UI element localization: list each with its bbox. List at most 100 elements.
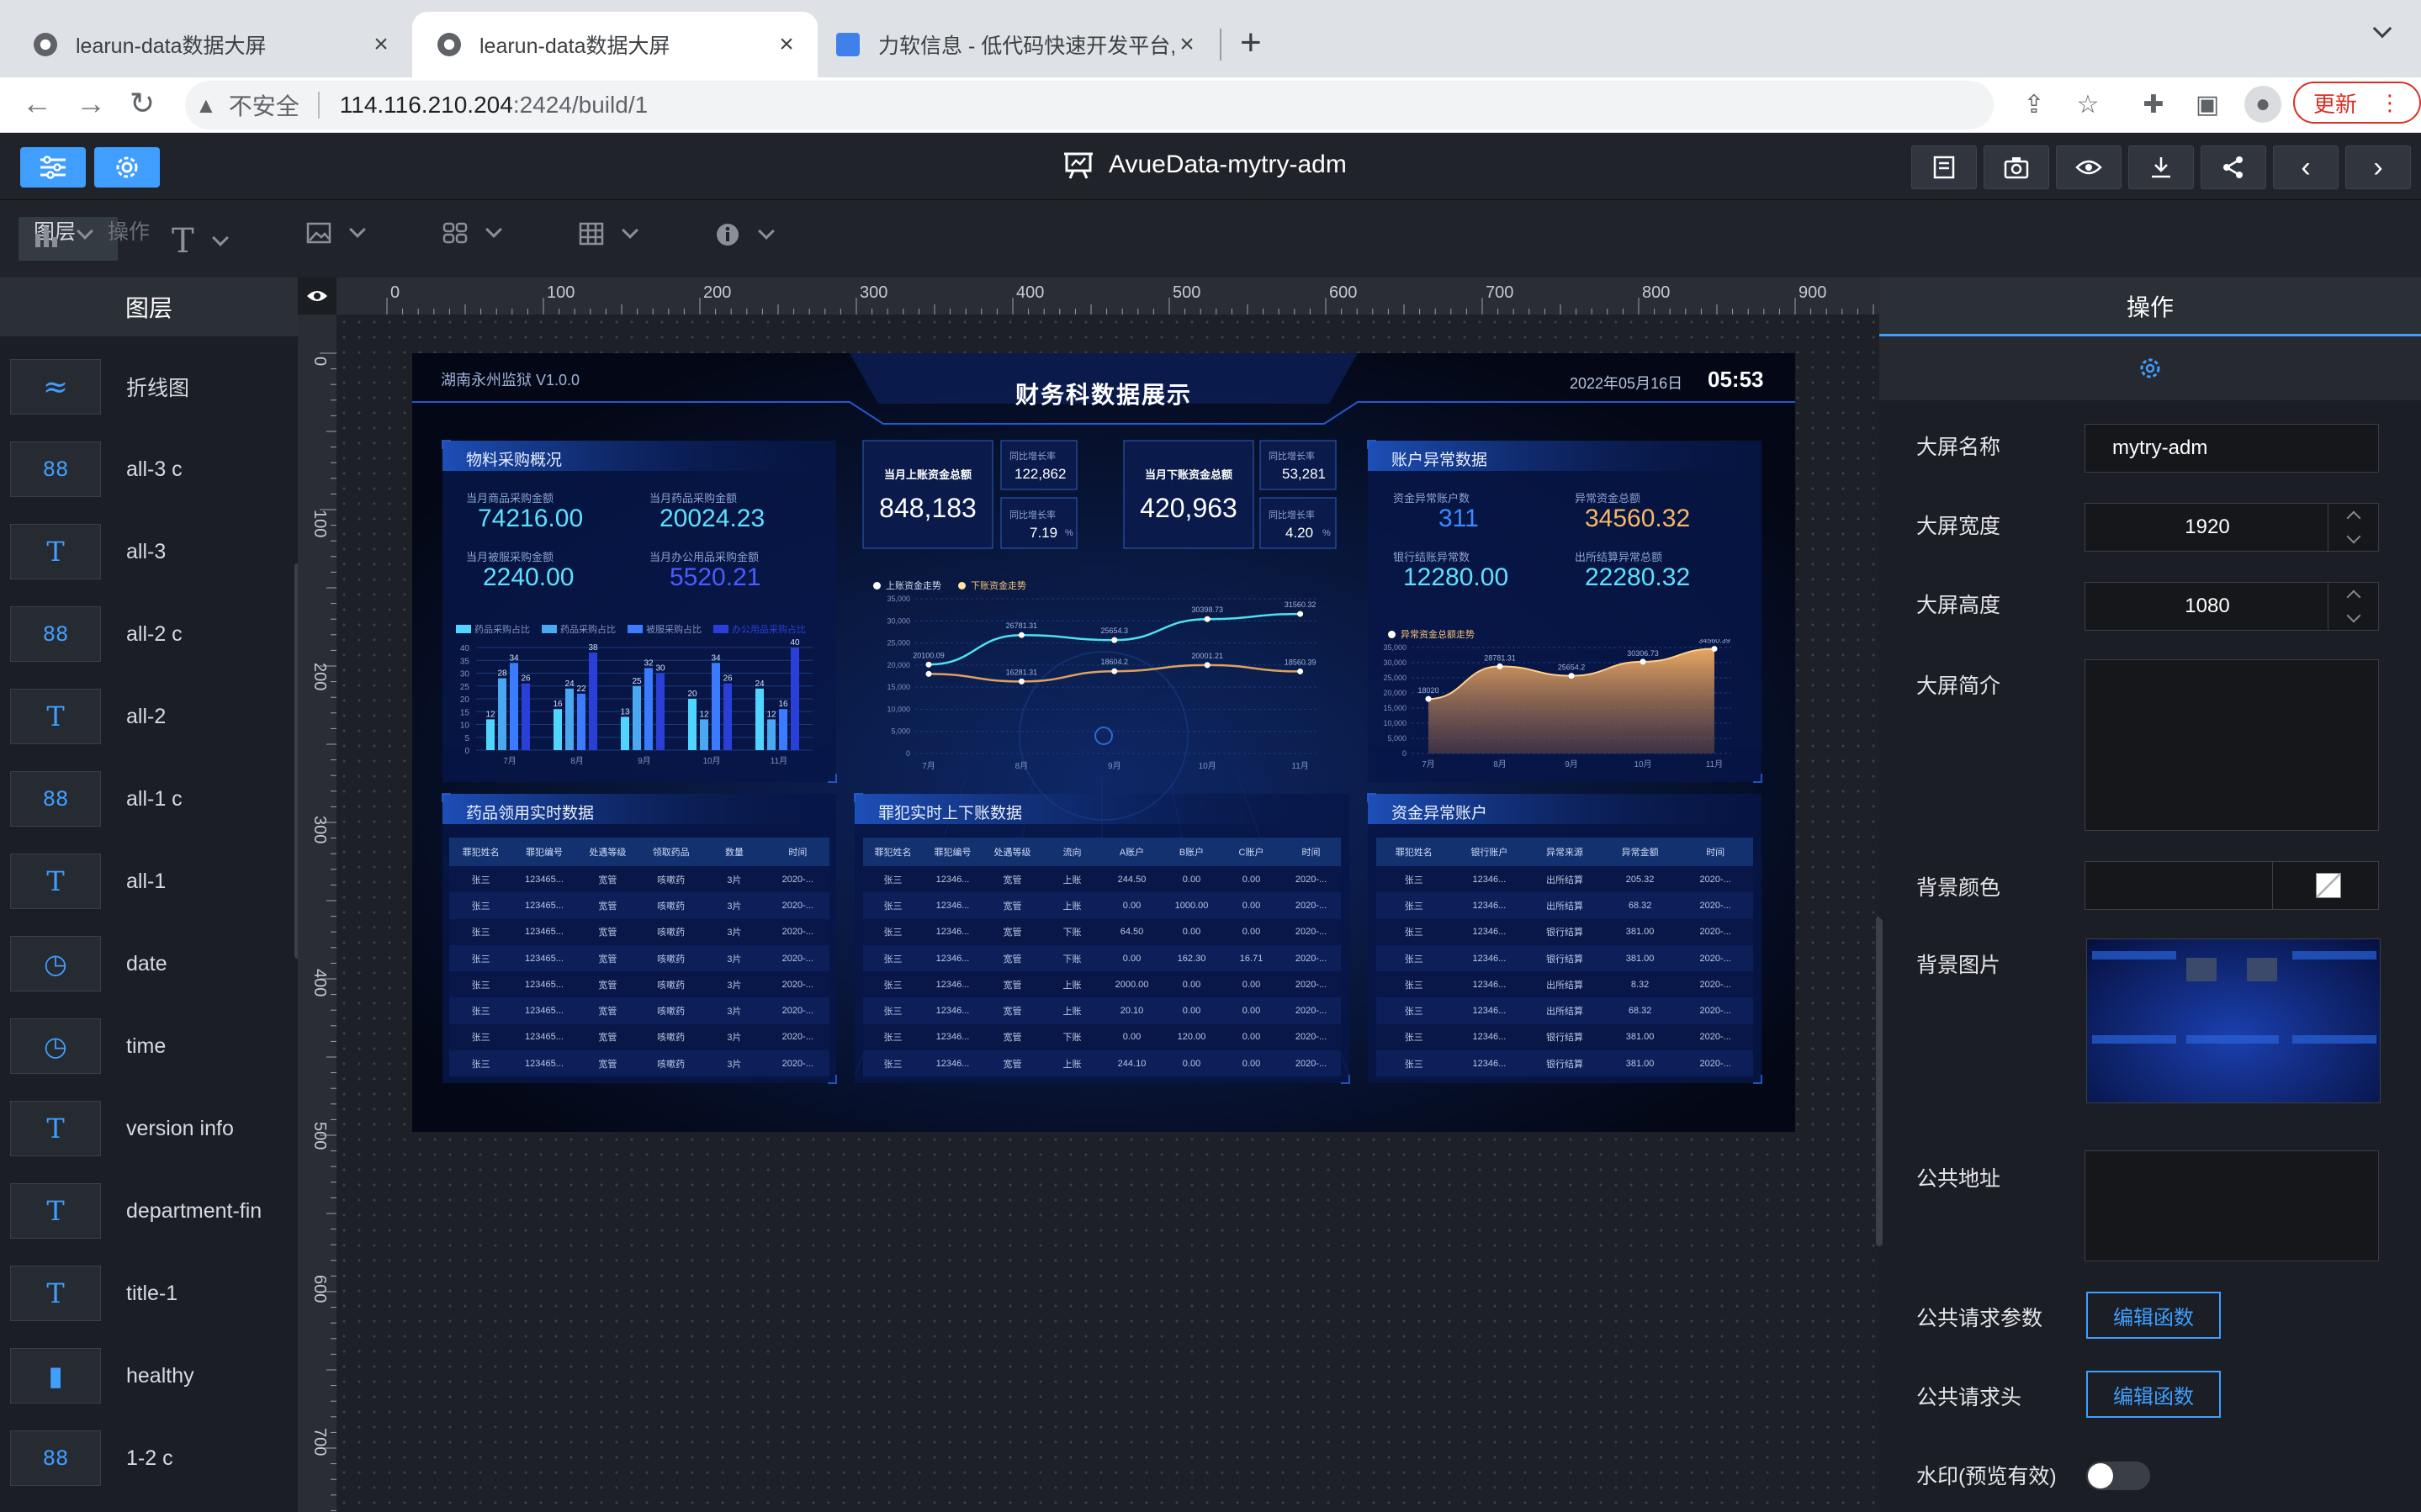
forward-icon[interactable]: → bbox=[76, 86, 106, 121]
layer-item[interactable]: 88 all-3 c bbox=[10, 441, 183, 498]
download-button[interactable] bbox=[2128, 145, 2194, 189]
redo-button[interactable]: › bbox=[2345, 145, 2411, 189]
tab-operations[interactable]: 操作 bbox=[108, 215, 150, 246]
layer-item[interactable]: Tversion info bbox=[10, 1100, 234, 1157]
browser-tab[interactable]: 力软信息 - 低代码快速开发平台, × bbox=[818, 12, 1218, 77]
close-icon[interactable]: × bbox=[370, 30, 392, 59]
layer-item[interactable]: ≈ 折线图 bbox=[10, 358, 189, 415]
layers-toggle-button[interactable] bbox=[20, 147, 86, 188]
profile-avatar-icon[interactable]: ● bbox=[2244, 86, 2281, 123]
table-menu[interactable] bbox=[579, 222, 638, 246]
table-row[interactable]: 张三 12346... 银行结算 381.00 2020-... bbox=[1376, 1050, 1753, 1077]
table-row[interactable]: 张三 12346... 出所结算 8.32 2020-... bbox=[1376, 971, 1753, 998]
bg-color-input[interactable] bbox=[2085, 861, 2379, 910]
image-menu[interactable] bbox=[306, 221, 366, 244]
undo-button[interactable]: ‹ bbox=[2273, 145, 2339, 189]
side-panel-icon[interactable]: ▣ bbox=[2189, 86, 2226, 123]
info-menu[interactable] bbox=[715, 222, 775, 247]
table-row[interactable]: 张三 123465... 宽管 咳嗽药 3片 2020-... bbox=[449, 997, 829, 1024]
browser-tab-active[interactable]: learun-data数据大屏 × bbox=[412, 12, 818, 77]
number-stepper[interactable] bbox=[2328, 504, 2378, 551]
bg-image-thumbnail[interactable] bbox=[2086, 938, 2381, 1103]
layer-item[interactable]: 88 all-1 c bbox=[10, 770, 183, 827]
table-row[interactable]: 张三 12346... 宽管 下账 0.00 162.30 16.71 2020-... bbox=[863, 944, 1341, 972]
screen-height-input[interactable]: 1080 bbox=[2085, 582, 2379, 631]
extensions-icon[interactable]: ✚ bbox=[2135, 86, 2172, 123]
ruler-tick-label: 800 bbox=[1642, 283, 1670, 302]
panel-scrollbar[interactable] bbox=[1876, 918, 1883, 1246]
url-field[interactable]: ▲ 不安全 114.116.210.204 :2424/build/1 bbox=[185, 81, 1994, 130]
layer-item[interactable]: Tall-1 bbox=[10, 853, 166, 910]
screen-width-input[interactable]: 1920 bbox=[2085, 503, 2379, 552]
ruler-eye-toggle[interactable] bbox=[298, 278, 336, 315]
layer-item[interactable]: 88 all-2 c bbox=[10, 605, 183, 663]
reload-icon[interactable]: ↻ bbox=[130, 86, 155, 121]
star-icon[interactable]: ☆ bbox=[2069, 86, 2106, 123]
table-row[interactable]: 张三 123465... 宽管 咳嗽药 3片 2020-... bbox=[449, 866, 829, 893]
table-row[interactable]: 张三 12346... 宽管 上账 2000.00 0.00 0.00 2020-... bbox=[863, 971, 1341, 998]
watermark-toggle[interactable] bbox=[2086, 1462, 2150, 1490]
table-row[interactable]: 张三 12346... 宽管 上账 20.10 0.00 0.00 2020-... bbox=[863, 997, 1341, 1024]
settings-toggle-button[interactable] bbox=[94, 147, 160, 188]
import-button[interactable] bbox=[1911, 145, 1977, 189]
table-row[interactable]: 张三 12346... 宽管 上账 0.00 1000.00 0.00 2020-... bbox=[863, 892, 1341, 919]
preview-button[interactable] bbox=[2056, 145, 2122, 189]
edit-header-button[interactable]: 编辑函数 bbox=[2086, 1371, 2221, 1418]
public-url-textarea[interactable] bbox=[2085, 1150, 2379, 1261]
color-picker-icon[interactable] bbox=[2316, 873, 2341, 898]
table-row[interactable]: 张三 123465... 宽管 咳嗽药 3片 2020-... bbox=[449, 918, 829, 945]
table-cell: 张三 bbox=[883, 1033, 903, 1044]
table-row[interactable]: 张三 12346... 出所结算 205.32 2020-... bbox=[1376, 866, 1753, 893]
table-row[interactable]: 张三 12346... 出所结算 68.32 2020-... bbox=[1376, 997, 1753, 1024]
layer-item[interactable]: Tall-2 bbox=[10, 688, 166, 745]
table-row[interactable]: 张三 123465... 宽管 咳嗽药 3片 2020-... bbox=[449, 892, 829, 919]
more-menu-icon[interactable]: ⋮ bbox=[2379, 90, 2401, 116]
config-tab[interactable] bbox=[1879, 336, 2421, 400]
back-icon[interactable]: ← bbox=[22, 86, 52, 121]
browser-tab[interactable]: learun-data数据大屏 × bbox=[0, 12, 412, 77]
layer-item[interactable]: ◷ time bbox=[10, 1018, 166, 1075]
share-button[interactable] bbox=[2201, 145, 2266, 189]
y-tick-label: 25,000 bbox=[887, 639, 910, 648]
table-row[interactable]: 张三 12346... 宽管 上账 244.50 0.00 0.00 2020-... bbox=[863, 866, 1341, 893]
dashboard-preview[interactable]: 湖南永州监狱 V1.0.0 财务科数据展示 2022年05月16日 05:53 … bbox=[412, 353, 1795, 1132]
table-row[interactable]: 张三 12346... 出所结算 68.32 2020-... bbox=[1376, 892, 1753, 919]
table-row[interactable]: 张三 123465... 宽管 咳嗽药 3片 2020-... bbox=[449, 971, 829, 998]
bar bbox=[589, 653, 597, 750]
ruler-horizontal[interactable]: 0 100 200 300 400 500 600 700 800 900 bbox=[336, 278, 1879, 315]
grid-menu[interactable] bbox=[442, 221, 502, 244]
table-row[interactable]: 张三 123465... 宽管 咳嗽药 3片 2020-... bbox=[449, 944, 829, 972]
layer-item[interactable]: Tdepartment-fin bbox=[10, 1182, 262, 1240]
table-cell: 12346... bbox=[1472, 900, 1507, 911]
screenshot-button[interactable] bbox=[1984, 145, 2049, 189]
table-row[interactable]: 张三 12346... 银行结算 381.00 2020-... bbox=[1376, 1023, 1753, 1051]
chart-menu[interactable] bbox=[34, 222, 93, 247]
layer-item[interactable]: ▮ healthy bbox=[10, 1347, 194, 1404]
new-tab-icon[interactable]: + bbox=[1240, 22, 1262, 64]
table-row[interactable]: 张三 12346... 宽管 下账 0.00 120.00 0.00 2020-... bbox=[863, 1023, 1341, 1051]
table-row[interactable]: 张三 12346... 银行结算 381.00 2020-... bbox=[1376, 944, 1753, 972]
close-icon[interactable]: × bbox=[776, 30, 797, 59]
table-row[interactable]: 张三 123465... 宽管 咳嗽药 3片 2020-... bbox=[449, 1050, 829, 1077]
screen-intro-textarea[interactable] bbox=[2085, 659, 2379, 831]
table-row[interactable]: 张三 12346... 宽管 下账 64.50 0.00 0.00 2020-... bbox=[863, 918, 1341, 945]
edit-params-button[interactable]: 编辑函数 bbox=[2086, 1292, 2221, 1339]
layer-item[interactable]: 88 1-2 c bbox=[10, 1430, 173, 1487]
tab-title: learun-data数据大屏 bbox=[479, 34, 670, 58]
text-menu[interactable]: T bbox=[172, 222, 229, 261]
ruler-vertical[interactable]: 0 100 200 300 400 500 600 700 bbox=[298, 315, 336, 1512]
tab-search-icon[interactable] bbox=[2372, 19, 2392, 39]
y-tick-label: 5,000 bbox=[1387, 734, 1407, 743]
layer-item[interactable]: Ttitle-1 bbox=[10, 1265, 177, 1322]
table-row[interactable]: 张三 12346... 银行结算 381.00 2020-... bbox=[1376, 918, 1753, 945]
layer-item[interactable]: ◷ date bbox=[10, 935, 167, 992]
table-row[interactable]: 张三 12346... 宽管 上账 244.10 0.00 0.00 2020-... bbox=[863, 1050, 1341, 1077]
screen-name-input[interactable]: mytry-adm bbox=[2085, 424, 2379, 473]
table-cell: 张三 bbox=[471, 980, 490, 991]
close-icon[interactable]: × bbox=[1176, 30, 1198, 59]
table-row[interactable]: 张三 123465... 宽管 咳嗽药 3片 2020-... bbox=[449, 1023, 829, 1051]
share-icon[interactable]: ⇪ bbox=[2016, 86, 2053, 123]
layer-item[interactable]: Tall-3 bbox=[10, 523, 166, 580]
number-stepper[interactable] bbox=[2328, 583, 2378, 630]
update-button[interactable]: 更新 ⋮ bbox=[2293, 82, 2421, 124]
